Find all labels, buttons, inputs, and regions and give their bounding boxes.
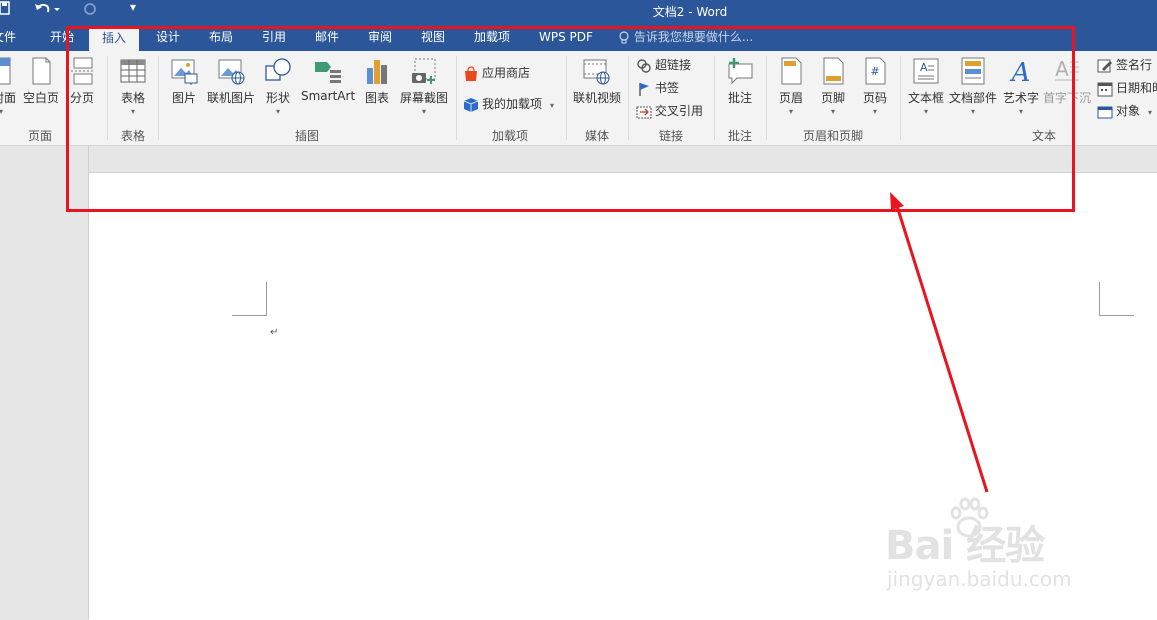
paw-icon — [950, 497, 989, 538]
watermark-url: jingyan.baidu.com — [887, 567, 1072, 591]
